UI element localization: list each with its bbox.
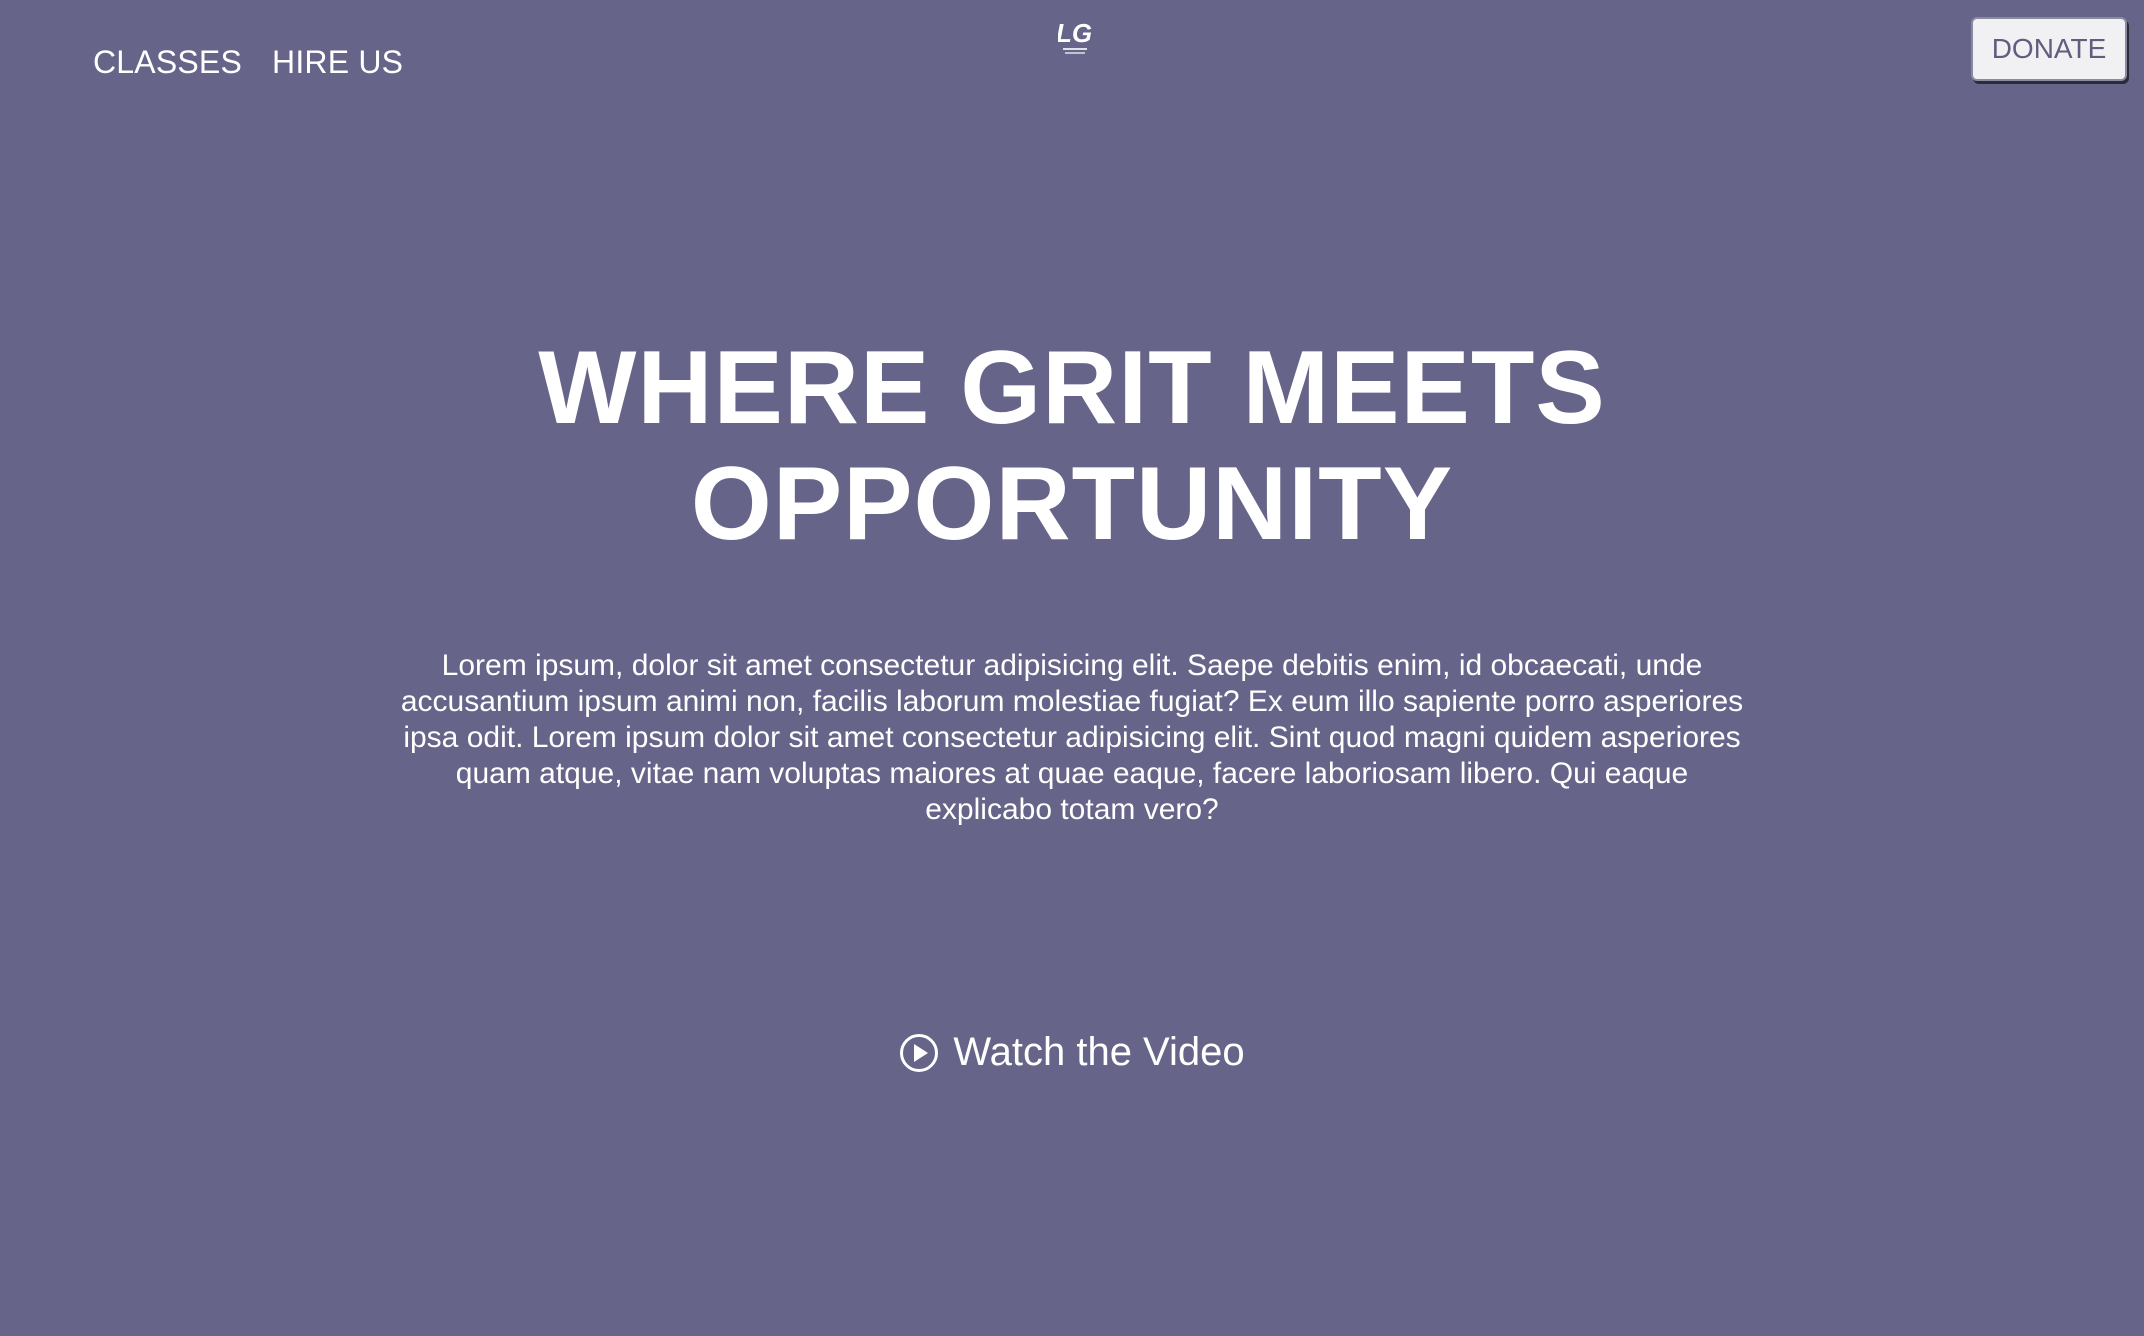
top-nav: CLASSES HIRE US — [93, 44, 403, 81]
watch-video-link[interactable]: Watch the Video — [0, 1030, 2144, 1075]
watch-video-label: Watch the Video — [953, 1030, 1245, 1074]
donate-button[interactable]: DONATE — [1971, 17, 2127, 81]
nav-link-classes[interactable]: CLASSES — [93, 44, 242, 81]
svg-text:LG: LG — [1058, 18, 1092, 48]
brand-logo-icon[interactable]: LG — [1056, 14, 1092, 60]
hero-description: Lorem ipsum, dolor sit amet consectetur … — [400, 649, 1744, 826]
landing-page: CLASSES HIRE US LG DONATE WHERE GRIT MEE… — [0, 0, 2144, 1336]
nav-link-hire-us[interactable]: HIRE US — [272, 44, 403, 81]
play-circle-icon — [900, 1033, 939, 1072]
hero-title-line-1: WHERE GRIT MEETS — [538, 330, 1606, 446]
hero-title: WHERE GRIT MEETS OPPORTUNITY — [0, 330, 2144, 562]
hero-title-line-2: OPPORTUNITY — [690, 446, 1454, 562]
